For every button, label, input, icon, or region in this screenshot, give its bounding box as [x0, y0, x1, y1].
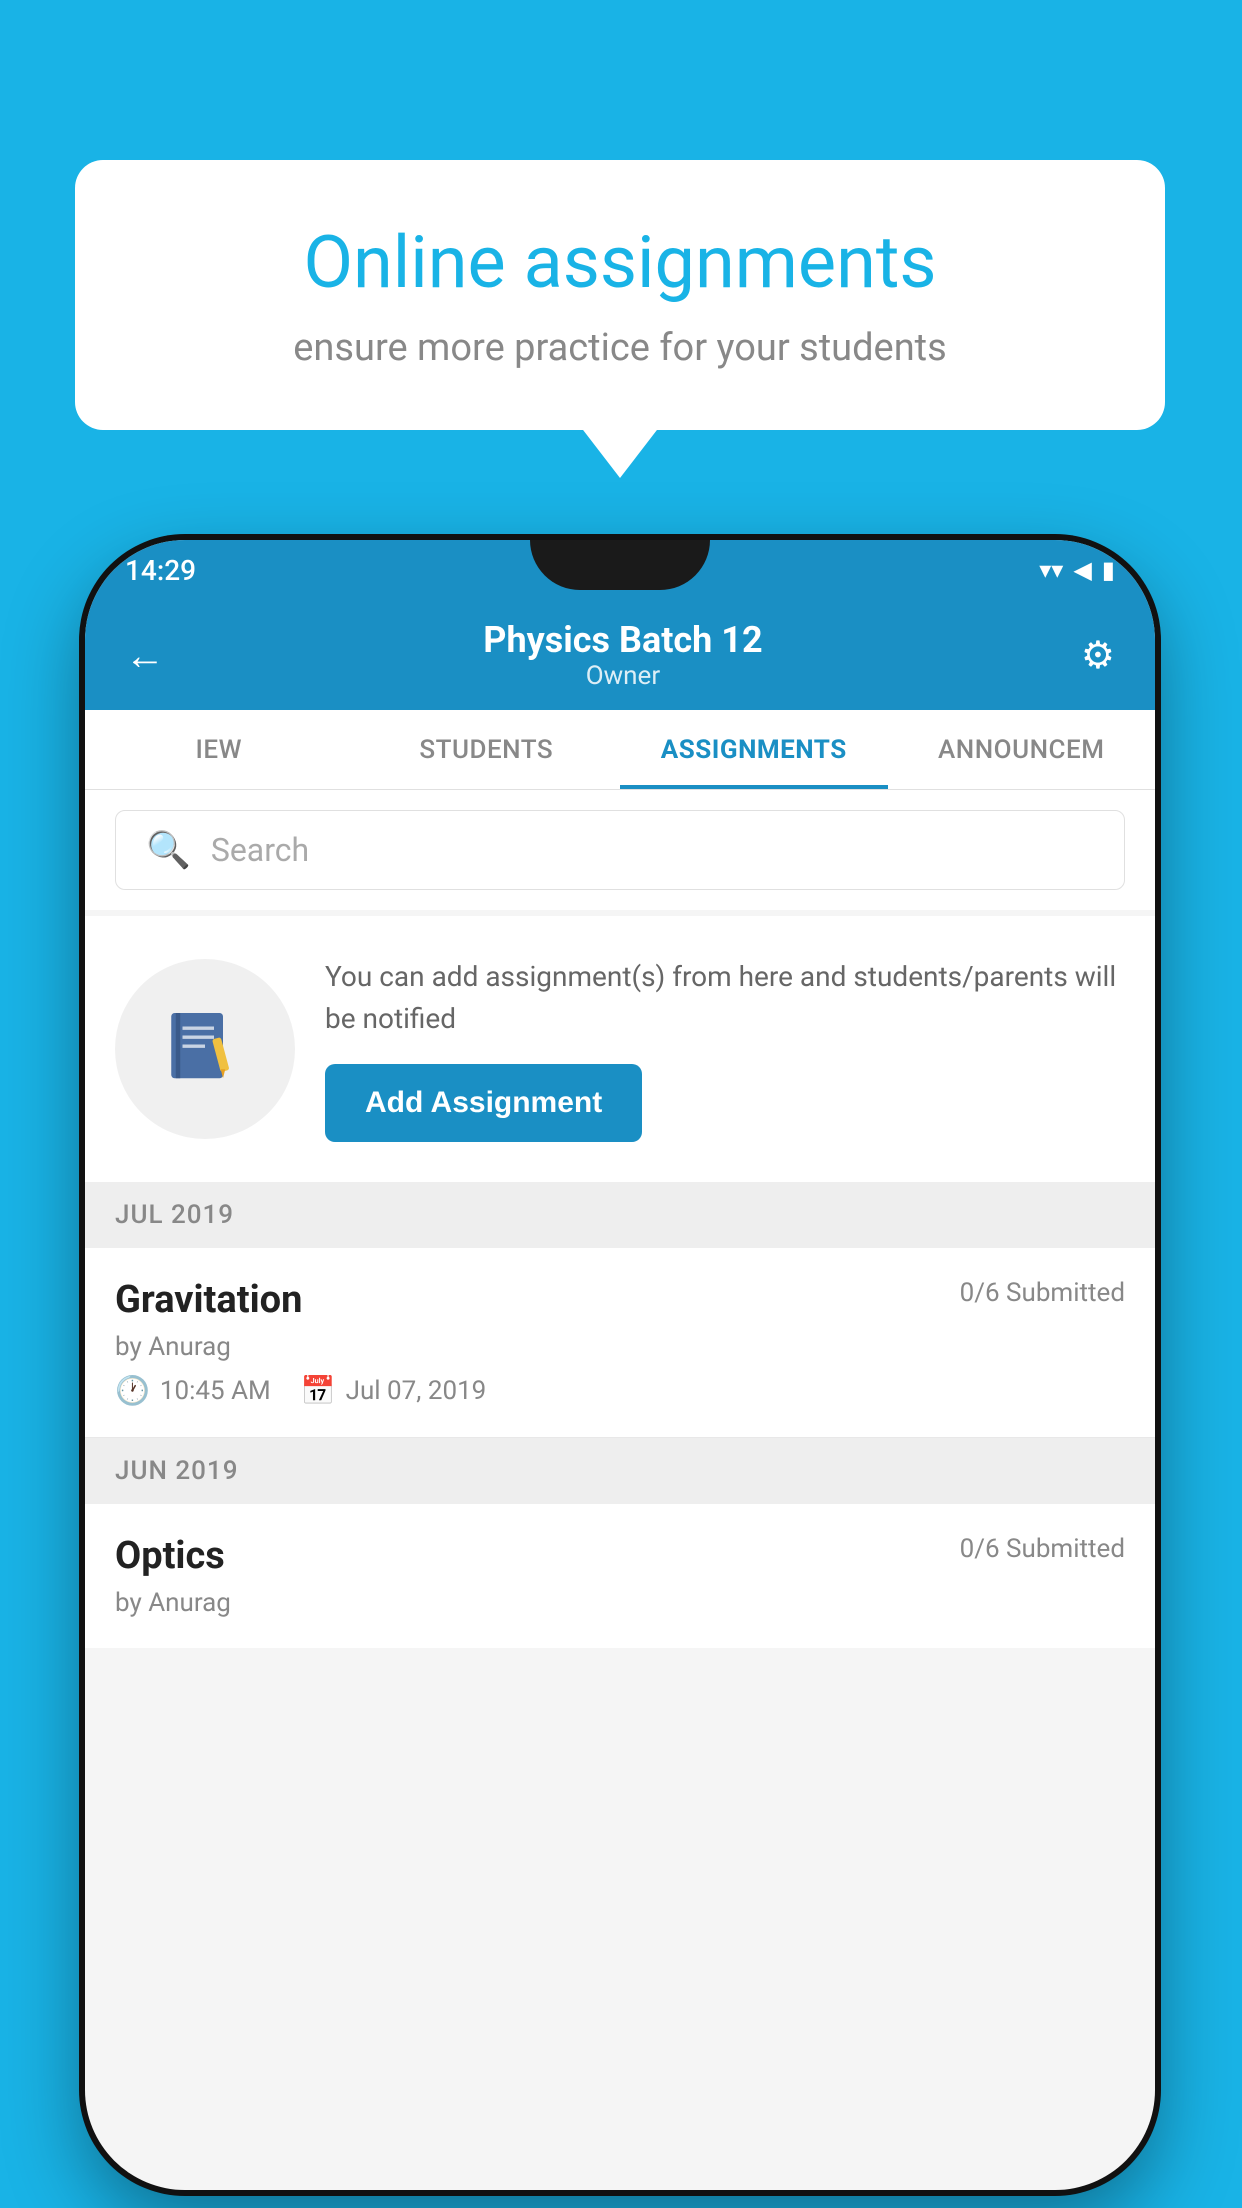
- assignment-top-row: Gravitation 0/6 Submitted: [115, 1278, 1125, 1322]
- assignment-info-text: You can add assignment(s) from here and …: [325, 956, 1125, 1040]
- speech-bubble-title: Online assignments: [155, 220, 1085, 306]
- search-bar[interactable]: 🔍 Search: [115, 810, 1125, 890]
- phone-frame: 14:29 ▾▾ ◀ ▮ ← Physics Batch 12 Owner ⚙ …: [85, 540, 1155, 2190]
- clock-icon: 🕐: [115, 1374, 150, 1407]
- add-assignment-section: You can add assignment(s) from here and …: [85, 916, 1155, 1182]
- header-title-group: Physics Batch 12 Owner: [483, 619, 762, 691]
- header-subtitle: Owner: [483, 661, 762, 691]
- tab-iew[interactable]: IEW: [85, 710, 353, 789]
- assignment-item-gravitation[interactable]: Gravitation 0/6 Submitted by Anurag 🕐 10…: [85, 1248, 1155, 1438]
- section-header-jun: JUN 2019: [85, 1438, 1155, 1504]
- search-placeholder: Search: [211, 831, 309, 869]
- section-header-jul: JUL 2019: [85, 1182, 1155, 1248]
- status-icons: ▾▾ ◀ ▮: [1039, 556, 1115, 584]
- tab-students[interactable]: STUDENTS: [353, 710, 621, 789]
- assignment-info: You can add assignment(s) from here and …: [325, 956, 1125, 1142]
- back-button[interactable]: ←: [125, 632, 165, 679]
- partial-item-top: Optics 0/6 Submitted: [115, 1534, 1125, 1578]
- partial-assignment-by: by Anurag: [115, 1588, 1125, 1618]
- status-time: 14:29: [125, 554, 196, 587]
- speech-bubble: Online assignments ensure more practice …: [75, 160, 1165, 430]
- tab-announcements[interactable]: ANNOUNCEM: [888, 710, 1156, 789]
- meta-date: 📅 Jul 07, 2019: [301, 1374, 487, 1407]
- notebook-icon: [160, 1004, 250, 1094]
- phone-screen: 14:29 ▾▾ ◀ ▮ ← Physics Batch 12 Owner ⚙ …: [85, 540, 1155, 2190]
- notch: [530, 540, 710, 590]
- app-header: ← Physics Batch 12 Owner ⚙: [85, 600, 1155, 710]
- search-icon: 🔍: [146, 829, 191, 871]
- tabs-bar: IEW STUDENTS ASSIGNMENTS ANNOUNCEM: [85, 710, 1155, 790]
- battery-icon: ▮: [1102, 556, 1115, 584]
- partial-assignment-submitted: 0/6 Submitted: [960, 1534, 1125, 1578]
- header-title: Physics Batch 12: [483, 619, 762, 661]
- meta-time: 🕐 10:45 AM: [115, 1374, 271, 1407]
- speech-bubble-subtitle: ensure more practice for your students: [155, 326, 1085, 370]
- assignment-submitted: 0/6 Submitted: [960, 1278, 1125, 1308]
- assignment-meta: 🕐 10:45 AM 📅 Jul 07, 2019: [115, 1374, 1125, 1407]
- assignment-icon-circle: [115, 959, 295, 1139]
- calendar-icon: 📅: [301, 1374, 336, 1407]
- assignment-item-optics[interactable]: Optics 0/6 Submitted by Anurag: [85, 1504, 1155, 1648]
- signal-icon: ◀: [1073, 556, 1091, 584]
- wifi-icon: ▾▾: [1039, 556, 1063, 584]
- assignment-by: by Anurag: [115, 1332, 1125, 1362]
- speech-bubble-container: Online assignments ensure more practice …: [75, 160, 1165, 430]
- search-container: 🔍 Search: [85, 790, 1155, 910]
- partial-assignment-name: Optics: [115, 1534, 225, 1578]
- tab-assignments[interactable]: ASSIGNMENTS: [620, 710, 888, 789]
- add-assignment-button[interactable]: Add Assignment: [325, 1064, 642, 1142]
- assignment-name: Gravitation: [115, 1278, 302, 1322]
- settings-icon[interactable]: ⚙: [1081, 633, 1115, 678]
- status-bar: 14:29 ▾▾ ◀ ▮: [85, 540, 1155, 600]
